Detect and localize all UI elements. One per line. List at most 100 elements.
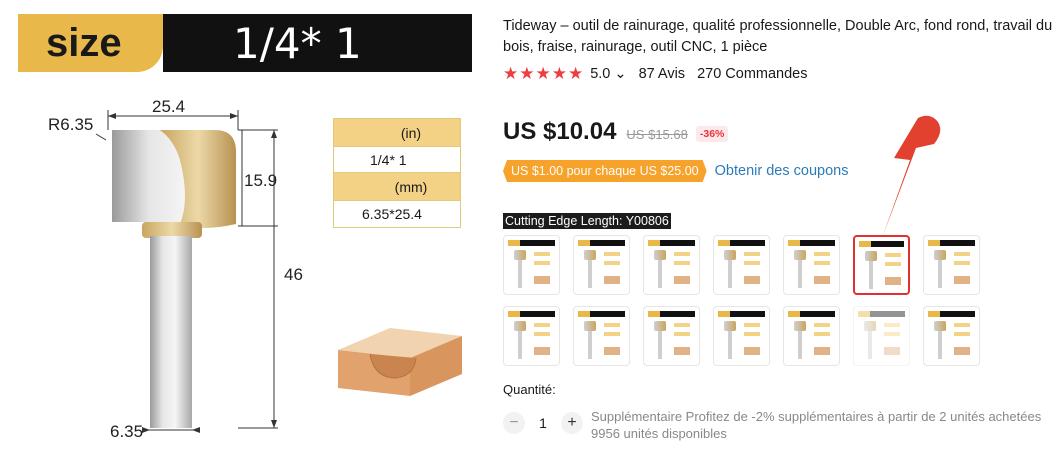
variant-thumbnail-part <box>744 252 760 270</box>
variant-swatch[interactable] <box>783 235 840 295</box>
wood-sample-image <box>338 328 462 396</box>
variant-swatch[interactable] <box>923 306 980 366</box>
size-value: 1/4* 1 <box>163 14 472 72</box>
variant-thumbnail-part <box>604 347 620 355</box>
size-label: size <box>18 14 163 72</box>
variant-swatch[interactable] <box>503 306 560 366</box>
router-bit-diagram: 25.4 R6.35 15.9 46 6.35 <box>48 97 303 441</box>
dim-total: 46 <box>284 265 303 284</box>
spec-unit-mm: (mm) <box>334 173 460 200</box>
size-banner: size 1/4* 1 <box>18 14 472 72</box>
variant-thumbnail-part <box>674 276 690 284</box>
coupon-row: US $1.00 pour chaque US $25.00 Obtenir d… <box>503 160 848 182</box>
variant-thumbnail-part <box>788 311 835 317</box>
variant-thumbnail-part <box>534 347 550 355</box>
variant-thumbnail-part <box>718 240 765 246</box>
reviews-link[interactable]: 87 Avis <box>639 66 686 82</box>
variant-swatch[interactable] <box>573 306 630 366</box>
variant-thumbnail-part <box>954 252 970 270</box>
variant-thumbnail-part <box>508 240 555 246</box>
variant-thumbnail-part <box>578 311 625 317</box>
variant-thumbnail-part <box>674 252 690 270</box>
spec-table: (in) 1/4* 1 (mm) 6.35*25.4 <box>333 118 461 228</box>
variant-thumbnail-part <box>728 331 732 359</box>
variant-swatch[interactable] <box>713 306 770 366</box>
variant-thumbnail-part <box>508 311 555 317</box>
variant-thumbnail-part <box>518 260 522 288</box>
star-rating-icon: ★★★★★ <box>503 64 585 83</box>
rating-row: ★★★★★ 5.0 ⌄ 87 Avis 270 Commandes <box>503 64 807 84</box>
variant-thumbnail-part <box>584 250 596 260</box>
variant-thumbnail-part <box>864 321 876 331</box>
get-coupons-link[interactable]: Obtenir des coupons <box>715 163 849 179</box>
variant-thumbnail-part <box>798 260 802 288</box>
discount-badge: -36% <box>695 126 729 142</box>
coupon-tag: US $1.00 pour chaque US $25.00 <box>503 160 707 182</box>
quantity-stepper: − 1 + <box>503 412 583 434</box>
variant-swatch[interactable] <box>783 306 840 366</box>
spec-value-in: 1/4* 1 <box>334 146 460 173</box>
product-image[interactable]: size 1/4* 1 25.4 R6.35 15.9 46 6.35 (in)… <box>0 0 488 456</box>
variant-thumbnail-part <box>588 331 592 359</box>
variant-swatch[interactable] <box>853 306 910 366</box>
variant-thumbnail-part <box>604 252 620 270</box>
variant-thumbnail-part <box>934 250 946 260</box>
variant-thumbnail-part <box>648 311 695 317</box>
variant-thumbnail-part <box>885 253 901 271</box>
variant-thumbnail-part <box>865 251 877 261</box>
variant-thumbnail-part <box>814 276 830 284</box>
variant-thumbnail-part <box>648 240 695 246</box>
variant-thumbnail-part <box>814 323 830 341</box>
quantity-decrease-button[interactable]: − <box>503 412 525 434</box>
variant-thumbnail-part <box>534 276 550 284</box>
variant-swatch[interactable] <box>713 235 770 295</box>
dim-radius: R6.35 <box>48 115 93 134</box>
dim-width: 25.4 <box>152 97 185 116</box>
variant-thumbnail-part <box>954 347 970 355</box>
spec-unit-in: (in) <box>334 119 460 146</box>
spec-value-mm: 6.35*25.4 <box>334 200 460 227</box>
price-row: US $10.04 US $15.68 -36% <box>503 118 729 146</box>
variant-thumbnail-part <box>885 277 901 285</box>
variant-thumbnail-part <box>604 323 620 341</box>
quantity-note: Supplémentaire Profitez de -2% supplémen… <box>591 408 1041 442</box>
quantity-increase-button[interactable]: + <box>561 412 583 434</box>
original-price: US $15.68 <box>626 127 688 142</box>
variant-thumbnail-part <box>724 250 736 260</box>
variant-swatch[interactable] <box>643 235 700 295</box>
orders-count: 270 Commandes <box>697 66 808 82</box>
variant-thumbnail-part <box>954 276 970 284</box>
variant-label: Cutting Edge Length: Y00806 <box>503 213 671 229</box>
variant-thumbnail-part <box>728 260 732 288</box>
variant-thumbnail-part <box>674 323 690 341</box>
variant-thumbnail-part <box>744 276 760 284</box>
variant-thumbnail-part <box>534 323 550 341</box>
variant-thumbnail-part <box>674 347 690 355</box>
red-arrow-annotation <box>882 115 941 238</box>
variant-thumbnail-part <box>584 321 596 331</box>
variant-thumbnail-part <box>588 260 592 288</box>
variant-thumbnail-part <box>938 260 942 288</box>
variant-thumbnail-part <box>794 321 806 331</box>
variant-thumbnail-part <box>658 260 662 288</box>
current-price: US $10.04 <box>503 118 617 145</box>
variant-thumbnail-part <box>884 347 900 355</box>
variant-thumbnail-part <box>724 321 736 331</box>
variant-thumbnail-part <box>814 347 830 355</box>
variant-thumbnail-part <box>518 331 522 359</box>
rating-score: 5.0 <box>590 66 611 82</box>
quantity-label: Quantité: <box>503 382 556 397</box>
variant-thumbnail-part <box>938 331 942 359</box>
variant-swatch[interactable] <box>643 306 700 366</box>
variant-thumbnail-part <box>654 250 666 260</box>
dim-shank: 6.35 <box>110 422 143 441</box>
variant-thumbnail-part <box>884 323 900 341</box>
variant-swatch[interactable] <box>573 235 630 295</box>
variant-thumbnail-part <box>954 323 970 341</box>
rating-dropdown[interactable]: 5.0 ⌄ <box>590 66 626 82</box>
quantity-input[interactable]: 1 <box>525 415 561 431</box>
dim-height: 15.9 <box>244 171 277 190</box>
chevron-down-icon: ⌄ <box>614 66 627 82</box>
variant-swatch[interactable] <box>503 235 560 295</box>
variant-thumbnail-part <box>534 252 550 270</box>
